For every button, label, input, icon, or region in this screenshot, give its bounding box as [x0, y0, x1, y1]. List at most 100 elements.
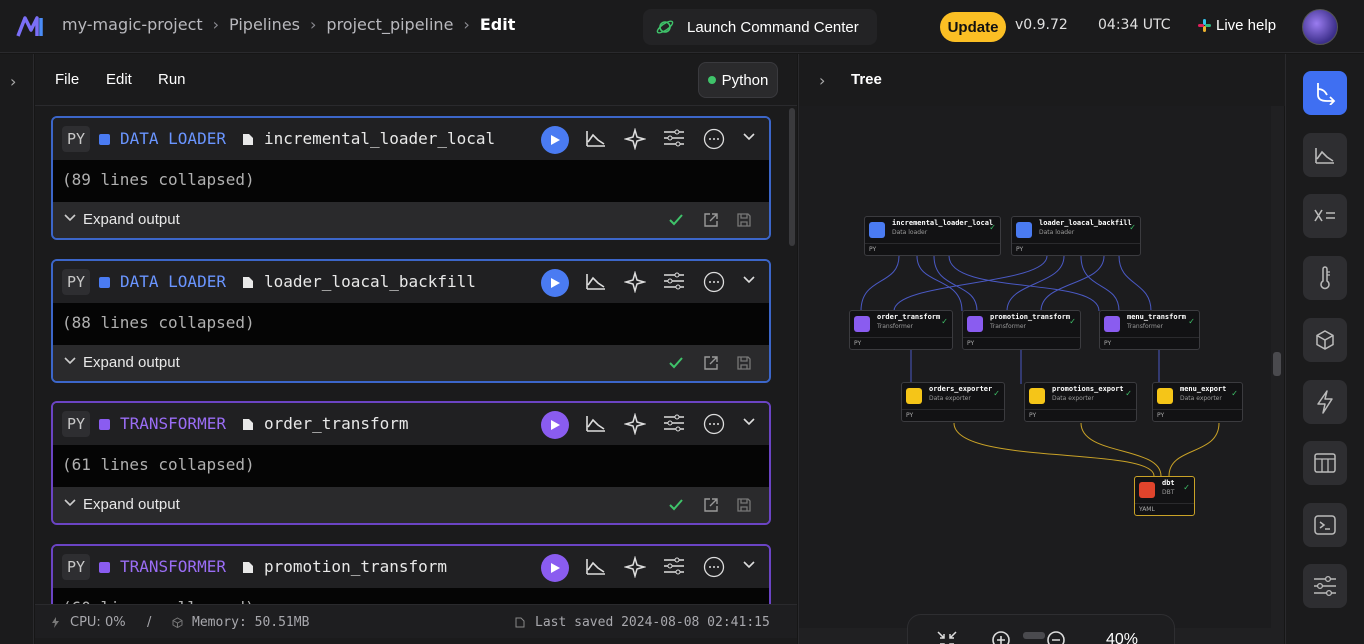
more-options-icon[interactable] — [703, 271, 725, 293]
open-external-icon[interactable] — [703, 497, 719, 513]
fit-to-screen-icon[interactable] — [936, 630, 958, 644]
tree-node[interactable]: dbt DBT ✓ YAML — [1134, 476, 1195, 516]
success-check-icon: ✓ — [1125, 389, 1132, 398]
save-icon[interactable] — [736, 355, 752, 371]
collapsed-code[interactable]: (61 lines collapsed) — [53, 445, 769, 487]
ai-sparkle-icon[interactable] — [624, 556, 646, 578]
tree-node[interactable]: menu_transform Transformer ✓ PY — [1099, 310, 1200, 350]
charts-button[interactable] — [1303, 133, 1347, 177]
expand-sidebar-chevron-icon[interactable]: › — [10, 72, 16, 91]
open-external-icon[interactable] — [703, 212, 719, 228]
settings-sliders-icon[interactable] — [663, 128, 685, 148]
blocks-button[interactable] — [1303, 318, 1347, 362]
ai-sparkle-icon[interactable] — [624, 128, 646, 150]
breadcrumb-pipeline[interactable]: project_pipeline — [326, 15, 453, 34]
tree-node[interactable]: orders_exporter Data exporter ✓ PY — [901, 382, 1005, 422]
block-card[interactable]: PY DATA LOADER loader_loacal_backfill (8… — [51, 259, 771, 383]
breadcrumb: my-magic-project › Pipelines › project_p… — [62, 15, 515, 34]
block-color-square — [99, 419, 110, 430]
ai-sparkle-icon[interactable] — [624, 413, 646, 435]
success-check-icon: ✓ — [993, 389, 1000, 398]
block-card[interactable]: PY DATA LOADER incremental_loader_local … — [51, 116, 771, 240]
chart-icon[interactable] — [585, 271, 607, 291]
settings-sliders-icon[interactable] — [663, 413, 685, 433]
cpu-bolt-icon — [52, 617, 59, 628]
node-language: PY — [1016, 246, 1024, 253]
triggers-button[interactable] — [1303, 380, 1347, 424]
chevron-down-icon[interactable] — [742, 132, 756, 142]
block-name[interactable]: incremental_loader_local — [264, 129, 495, 148]
chart-icon[interactable] — [585, 413, 607, 433]
chevron-down-icon[interactable] — [742, 417, 756, 427]
collapsed-code[interactable]: (88 lines collapsed) — [53, 303, 769, 345]
kernel-status-button[interactable]: Python — [698, 62, 778, 98]
tree-node[interactable]: menu_export Data exporter ✓ PY — [1152, 382, 1243, 422]
node-type: Data exporter — [929, 395, 971, 402]
secrets-button[interactable] — [1303, 256, 1347, 300]
more-options-icon[interactable] — [703, 556, 725, 578]
tree-horizontal-scrollbar[interactable] — [1023, 632, 1045, 639]
tree-vertical-scrollbar[interactable] — [1273, 352, 1281, 376]
editor-scrollbar[interactable] — [789, 108, 795, 246]
zoom-in-icon[interactable] — [991, 630, 1015, 644]
collapsed-code[interactable]: (89 lines collapsed) — [53, 160, 769, 202]
zoom-out-icon[interactable] — [1046, 630, 1070, 644]
menu-file[interactable]: File — [55, 71, 79, 88]
expand-output-row[interactable]: Expand output — [53, 345, 769, 381]
tree-node[interactable]: order_transform Transformer ✓ PY — [849, 310, 953, 350]
tree-node[interactable]: promotion_transform Transformer ✓ PY — [962, 310, 1081, 350]
breadcrumb-project[interactable]: my-magic-project — [62, 15, 203, 34]
terminal-button[interactable] — [1303, 503, 1347, 547]
block-header: PY DATA LOADER loader_loacal_backfill — [53, 261, 769, 303]
breadcrumb-pipelines[interactable]: Pipelines — [229, 15, 300, 34]
collapsed-code[interactable]: (60 lines collapsed) — [53, 588, 769, 604]
tree-node[interactable]: promotions_export Data exporter ✓ PY — [1024, 382, 1137, 422]
chart-icon[interactable] — [585, 128, 607, 148]
expand-output-row[interactable]: Expand output — [53, 487, 769, 523]
settings-sliders-icon[interactable] — [663, 556, 685, 576]
node-language: PY — [967, 340, 975, 347]
chevron-down-icon[interactable] — [742, 275, 756, 285]
more-options-icon[interactable] — [703, 128, 725, 150]
dependency-edges — [860, 255, 1220, 477]
run-block-button[interactable] — [541, 269, 569, 297]
pipeline-settings-button[interactable] — [1303, 564, 1347, 608]
menu-run[interactable]: Run — [158, 71, 186, 88]
block-card[interactable]: PY TRANSFORMER promotion_transform (60 l… — [51, 544, 771, 604]
tree-node[interactable]: incremental_loader_local Data loader ✓ P… — [864, 216, 1001, 256]
menu-edit[interactable]: Edit — [106, 71, 132, 88]
settings-sliders-icon[interactable] — [663, 271, 685, 291]
block-type-label: DATA LOADER — [120, 272, 226, 291]
chevron-down-icon[interactable] — [742, 560, 756, 570]
live-help-link[interactable]: Live help — [1198, 17, 1276, 34]
chevron-down-icon — [64, 214, 76, 222]
collapse-tree-chevron-icon[interactable]: › — [819, 71, 825, 90]
block-name[interactable]: promotion_transform — [264, 557, 447, 576]
block-name[interactable]: loader_loacal_backfill — [264, 272, 476, 291]
tree-node[interactable]: loader_loacal_backfill Data loader ✓ PY — [1011, 216, 1141, 256]
block-card[interactable]: PY TRANSFORMER order_transform (61 lines… — [51, 401, 771, 525]
variables-button[interactable] — [1303, 194, 1347, 238]
run-block-button[interactable] — [541, 554, 569, 582]
update-button[interactable]: Update — [940, 12, 1006, 42]
dependency-tree-panel: › Tree incremental_loader_local Data loa… — [798, 54, 1285, 644]
tree-view-button[interactable] — [1303, 71, 1347, 115]
more-options-icon[interactable] — [703, 413, 725, 435]
save-icon[interactable] — [736, 497, 752, 513]
open-external-icon[interactable] — [703, 355, 719, 371]
status-bar: CPU: 0% / Memory: 50.51MB Last saved 202… — [35, 604, 797, 638]
chart-icon[interactable] — [585, 556, 607, 576]
block-color-square — [99, 134, 110, 145]
data-table-button[interactable] — [1303, 441, 1347, 485]
save-icon[interactable] — [736, 212, 752, 228]
launch-command-center-button[interactable]: Launch Command Center — [643, 9, 877, 45]
tree-canvas[interactable]: incremental_loader_local Data loader ✓ P… — [799, 106, 1271, 644]
run-block-button[interactable] — [541, 126, 569, 154]
run-block-button[interactable] — [541, 411, 569, 439]
success-check-icon: ✓ — [1183, 483, 1190, 492]
ai-sparkle-icon[interactable] — [624, 271, 646, 293]
avatar[interactable] — [1302, 9, 1338, 45]
block-name[interactable]: order_transform — [264, 414, 409, 433]
expand-output-row[interactable]: Expand output — [53, 202, 769, 238]
mage-logo-icon[interactable] — [16, 14, 46, 38]
